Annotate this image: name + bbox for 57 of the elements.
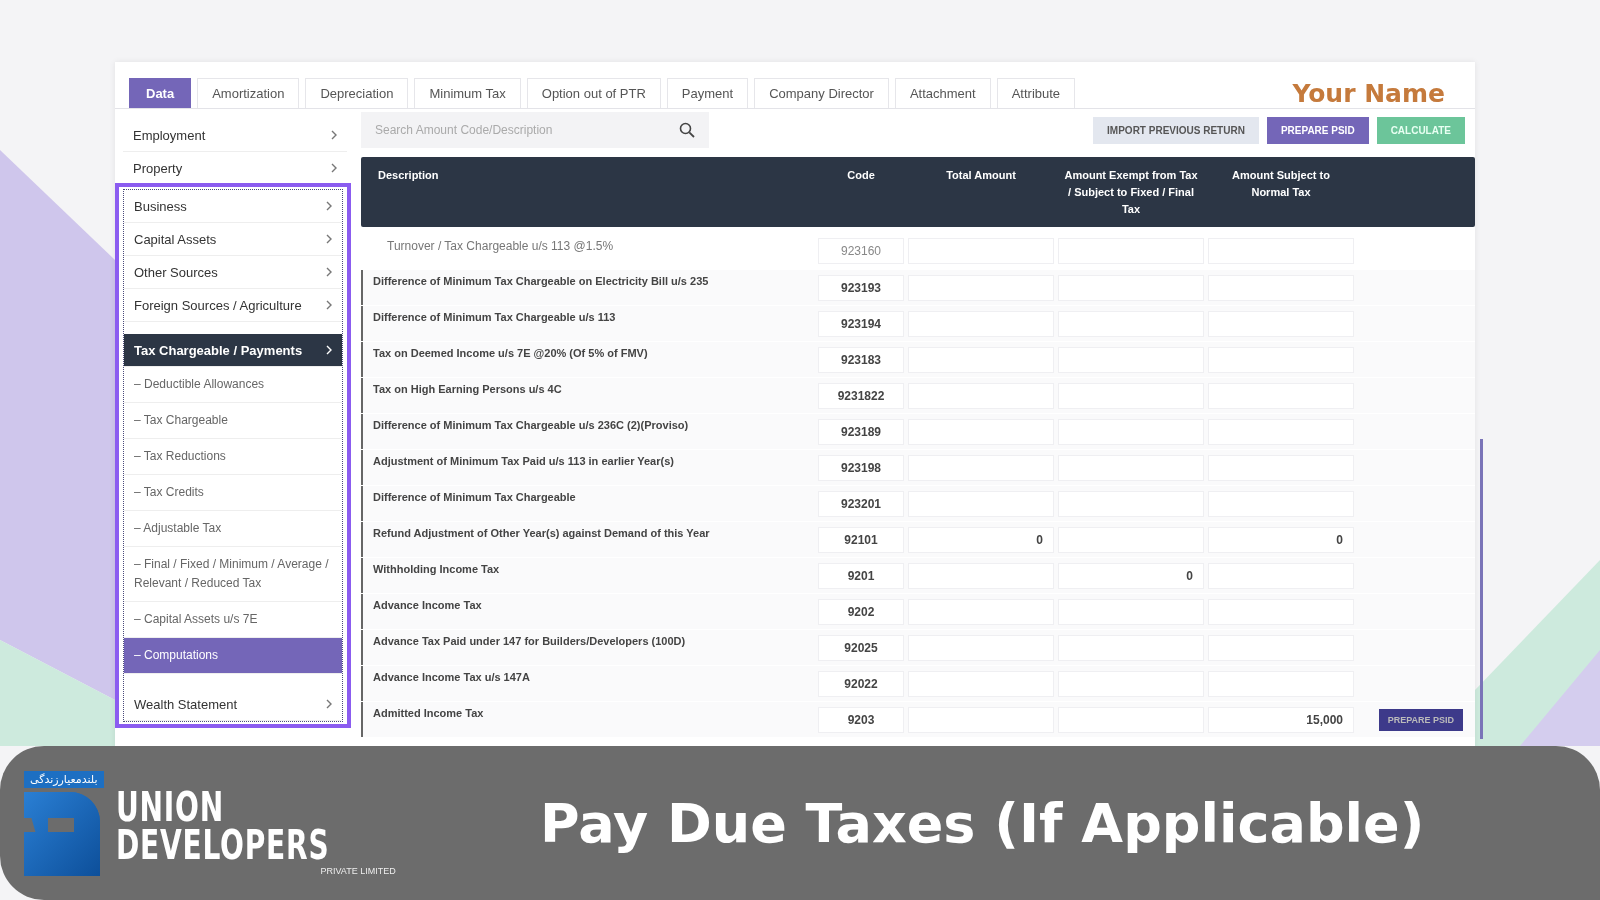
code-cell: 9203 xyxy=(818,706,904,733)
description-cell-text: Turnover / Tax Chargeable u/s 113 @1.5% xyxy=(386,238,615,255)
tab[interactable]: Depreciation xyxy=(305,78,409,108)
code-cell: 923198 xyxy=(818,454,904,481)
code-cell: 9201 xyxy=(818,562,904,589)
tab[interactable]: Data xyxy=(129,78,192,108)
tab[interactable]: Payment xyxy=(666,78,749,108)
chevron-right-icon xyxy=(326,345,332,355)
chevron-right-icon xyxy=(331,163,337,173)
action-button[interactable]: PREPARE PSID xyxy=(1266,116,1369,144)
amount-field[interactable]: 15,000 xyxy=(1208,706,1354,733)
code-cell: 923193 xyxy=(818,274,904,301)
amount-field[interactable]: 0 xyxy=(1058,562,1204,589)
logo-icon xyxy=(24,791,100,876)
column-header: Amount Exempt from Tax / Subject to Fixed / Final Tax xyxy=(1063,168,1199,217)
code-cell: 9231822 xyxy=(818,382,904,409)
amount-field[interactable]: 0 xyxy=(1208,526,1354,553)
code-cell: 92101 xyxy=(818,526,904,553)
action-button[interactable]: IMPORT PREVIOUS RETURN xyxy=(1093,116,1259,144)
tab[interactable]: Option out of PTR xyxy=(526,78,661,108)
code-cell: 923201 xyxy=(818,490,904,517)
user-name: Your Name xyxy=(1292,77,1445,108)
search-icon[interactable] xyxy=(679,122,695,138)
chevron-right-icon xyxy=(326,300,332,310)
chevron-right-icon xyxy=(326,699,332,709)
column-header: Total Amount xyxy=(945,168,1017,183)
sidebar-item[interactable]: Tax Chargeable / Payments xyxy=(124,334,342,367)
tagline-badge: بلندمعیارزندگی xyxy=(24,770,104,788)
tab[interactable]: Attachment xyxy=(894,78,991,108)
amount-field[interactable]: 0 xyxy=(908,526,1054,553)
chevron-right-icon xyxy=(326,201,332,211)
scrollbar[interactable] xyxy=(1480,439,1483,739)
brand-name: DEVELOPERS xyxy=(115,826,330,864)
brand-name: UNION xyxy=(115,788,224,826)
tab[interactable]: Amortization xyxy=(197,78,300,108)
code-cell: 923194 xyxy=(818,310,904,337)
code-cell: 92022 xyxy=(818,670,904,697)
tab[interactable]: Attribute xyxy=(996,78,1076,108)
column-header: Amount Subject to Normal Tax xyxy=(1231,168,1331,200)
code-cell: 9202 xyxy=(818,598,904,625)
chevron-right-icon xyxy=(326,234,332,244)
code-cell: 923160 xyxy=(818,238,904,264)
code-cell: 923189 xyxy=(818,418,904,445)
chevron-right-icon xyxy=(326,267,332,277)
tab[interactable]: Company Director xyxy=(754,78,889,108)
sidebar-subitem[interactable]: – Computations xyxy=(124,638,342,674)
prepare-psid-button[interactable]: PREPARE PSID xyxy=(1378,708,1463,731)
column-header: Description xyxy=(377,168,440,183)
search-field[interactable]: Search Amount Code/Description xyxy=(361,112,709,148)
video-title: Pay Due Taxes (If Applicable) xyxy=(540,791,1425,855)
tab[interactable]: Minimum Tax xyxy=(414,78,521,108)
code-cell: 92025 xyxy=(818,634,904,661)
brand-subtitle: PRIVATE LIMITED xyxy=(320,866,396,876)
code-cell: 923183 xyxy=(818,346,904,373)
chevron-right-icon xyxy=(331,130,337,140)
description-cell: Admitted Income Tax xyxy=(361,702,816,737)
column-header: Code xyxy=(846,168,876,183)
